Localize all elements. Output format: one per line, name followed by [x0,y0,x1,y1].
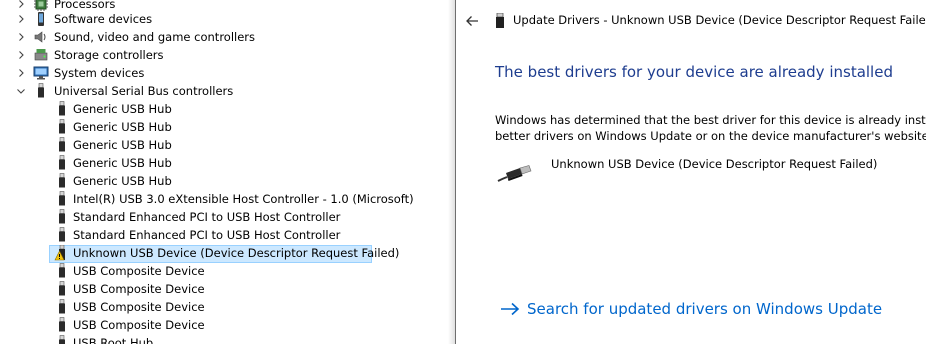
tree-item-label: USB Composite Device [73,264,205,278]
tree-item-label: Unknown USB Device (Device Descriptor Re… [73,246,400,260]
dialog-description: Windows has determined that the best dri… [495,112,926,144]
tree-device[interactable]: Generic USB Hub [0,118,452,136]
usb-plug-icon [54,317,70,333]
tree-item-label: Standard Enhanced PCI to USB Host Contro… [73,228,341,242]
tree-item-label: Storage controllers [54,48,164,62]
tree-item-label: Generic USB Hub [73,120,172,134]
tree-item-label: Generic USB Hub [73,102,172,116]
usb-plug-icon [54,227,70,243]
usb-cable-icon [496,164,532,184]
search-windows-update-link[interactable]: Search for updated drivers on Windows Up… [500,300,882,318]
tree-item-label: Generic USB Hub [73,156,172,170]
dialog-heading: The best drivers for your device are alr… [495,63,893,81]
usb-plug-icon [54,101,70,117]
usb-plug-icon [54,299,70,315]
update-drivers-dialog: Update Drivers - Unknown USB Device (Dev… [455,0,926,344]
usb-plug-icon [54,119,70,135]
tree-category[interactable]: Universal Serial Bus controllers [0,82,452,100]
tree-item-label: Standard Enhanced PCI to USB Host Contro… [73,210,341,224]
tree-item-label: Intel(R) USB 3.0 eXtensible Host Control… [73,192,414,206]
tree-category[interactable]: System devices [0,64,452,82]
tree-item-label: USB Composite Device [73,300,205,314]
tree-device[interactable]: Generic USB Hub [0,172,452,190]
usb-plug-icon [54,263,70,279]
tree-device[interactable]: Generic USB Hub [0,154,452,172]
warning-icon [54,244,70,261]
tree-item-label: USB Root Hub [73,336,154,344]
description-line-2: better drivers on Windows Update or on t… [495,129,926,143]
usb-plug-icon [54,281,70,297]
tree-device[interactable]: Generic USB Hub [0,136,452,154]
chevron-right-icon[interactable] [16,32,26,42]
device-tree: Processors Software devices Sound, video a… [0,0,452,344]
usb-plug-icon [54,137,70,153]
tree-device[interactable]: Unknown USB Device (Device Descriptor Re… [0,244,452,262]
chevron-down-icon[interactable] [16,86,26,96]
description-line-1: Windows has determined that the best dri… [495,113,926,127]
tree-item-label: Generic USB Hub [73,174,172,188]
tree-device[interactable]: USB Composite Device [0,298,452,316]
usb-plug-icon [54,191,70,207]
tree-item-label: Universal Serial Bus controllers [54,84,234,98]
software-device-icon [33,11,49,27]
tree-device[interactable]: USB Composite Device [0,280,452,298]
right-arrow-icon [501,302,520,316]
tree-device[interactable]: Standard Enhanced PCI to USB Host Contro… [0,208,452,226]
tree-category[interactable]: Software devices [0,10,452,28]
usb-device-title-icon [495,12,505,29]
chevron-right-icon[interactable] [16,0,26,9]
tree-item-label: Sound, video and game controllers [54,30,256,44]
tree-item-label: System devices [54,66,145,80]
usb-plug-icon [33,83,49,99]
speaker-icon [33,29,49,45]
chevron-right-icon[interactable] [16,50,26,60]
tree-item-label: Software devices [54,12,153,26]
tree-device[interactable]: USB Composite Device [0,316,452,334]
tree-device[interactable]: USB Root Hub [0,334,452,344]
search-windows-update-label: Search for updated drivers on Windows Up… [527,300,883,318]
usb-plug-icon [54,155,70,171]
chevron-right-icon[interactable] [16,68,26,78]
dialog-title: Update Drivers - Unknown USB Device (Dev… [513,13,926,27]
dialog-shadow [448,0,455,344]
tree-item-label: Generic USB Hub [73,138,172,152]
tree-device[interactable]: USB Composite Device [0,262,452,280]
usb-plug-icon [54,335,70,344]
device-name: Unknown USB Device (Device Descriptor Re… [551,157,878,171]
usb-plug-icon [54,173,70,189]
tree-item-label: USB Composite Device [73,282,205,296]
back-arrow-icon[interactable] [464,13,480,29]
system-device-icon [33,65,49,81]
tree-device[interactable]: Generic USB Hub [0,100,452,118]
tree-device[interactable]: Intel(R) USB 3.0 eXtensible Host Control… [0,190,452,208]
usb-plug-icon [54,209,70,225]
chevron-right-icon[interactable] [16,14,26,24]
tree-device[interactable]: Standard Enhanced PCI to USB Host Contro… [0,226,452,244]
tree-category[interactable]: Sound, video and game controllers [0,28,452,46]
tree-category[interactable]: Storage controllers [0,46,452,64]
storage-controller-icon [33,47,49,63]
tree-item-label: USB Composite Device [73,318,205,332]
